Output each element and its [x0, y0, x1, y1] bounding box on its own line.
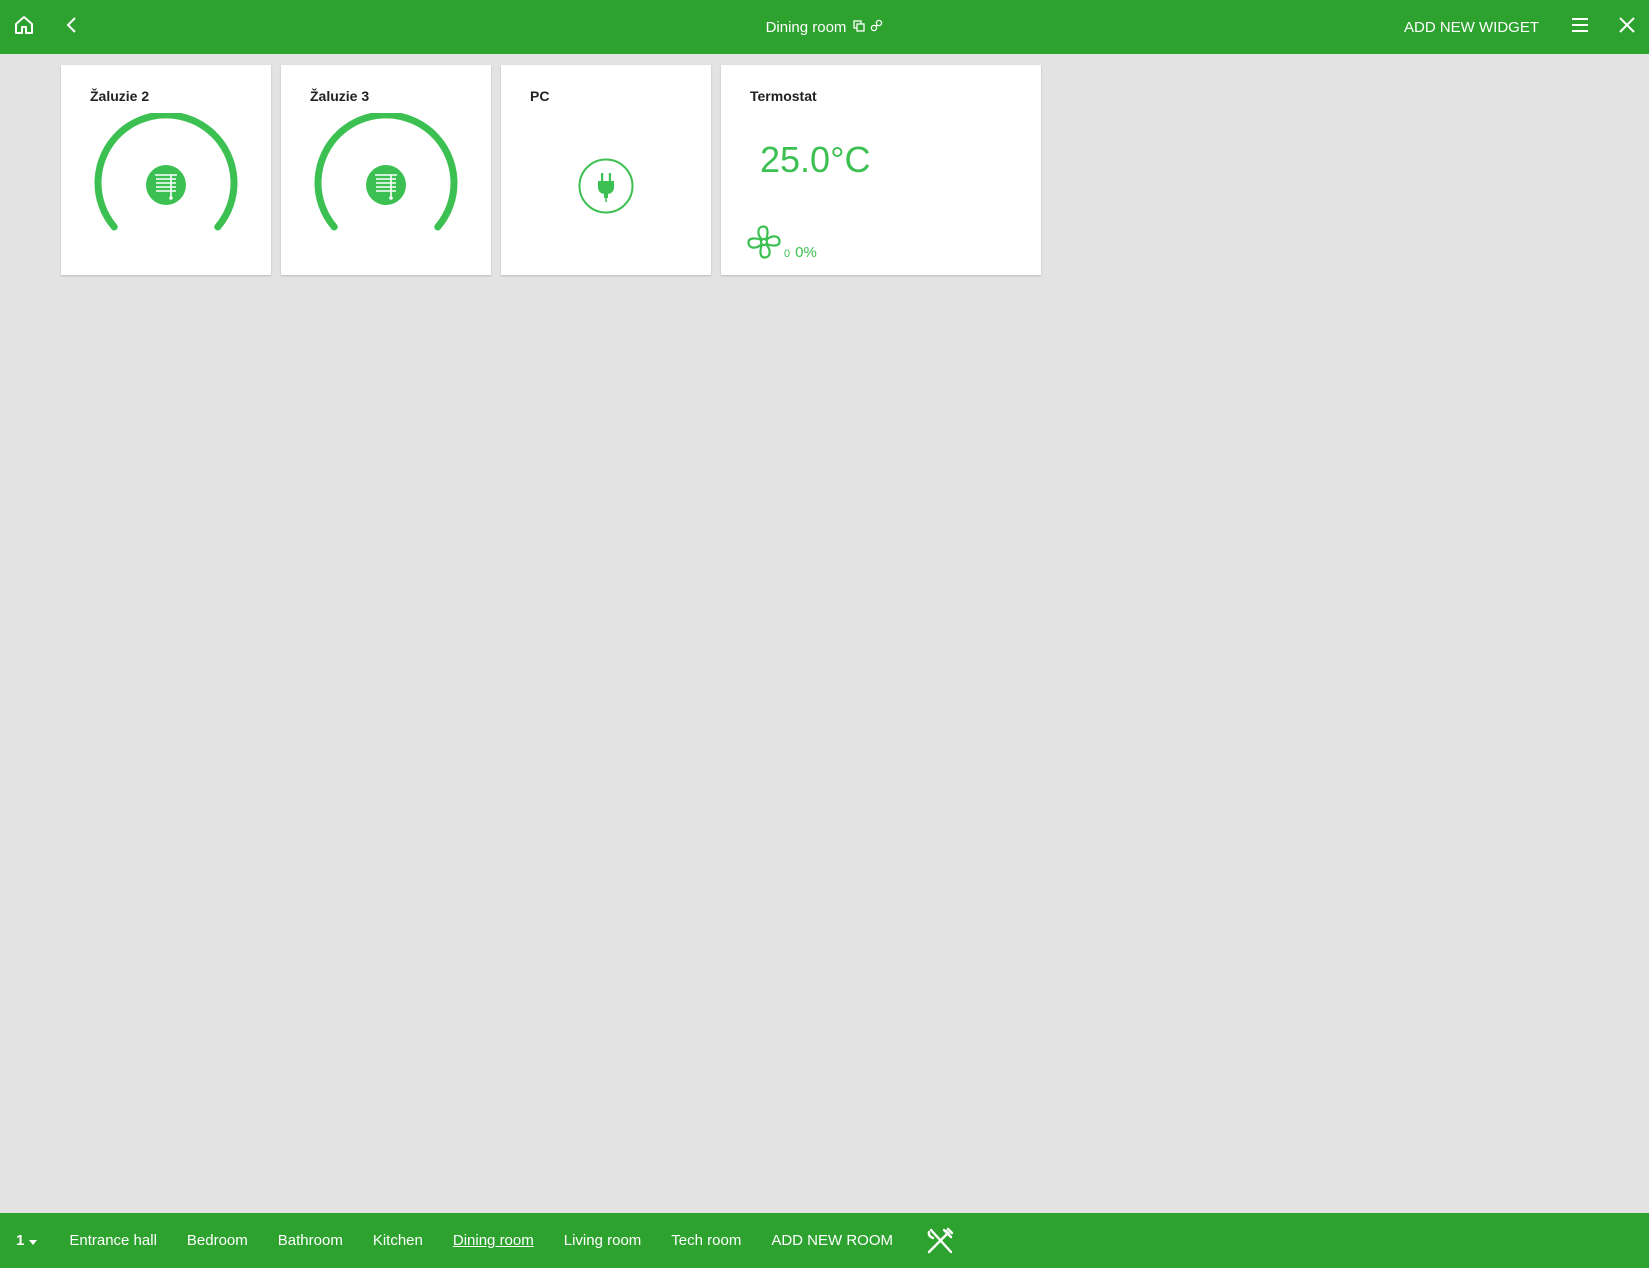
room-tab-bedroom[interactable]: Bedroom — [187, 1232, 248, 1249]
room-tab-tech-room[interactable]: Tech room — [671, 1232, 741, 1249]
menu-icon — [1570, 17, 1590, 38]
close-icon — [1618, 16, 1636, 39]
copy-icon[interactable] — [853, 19, 866, 36]
widget-blinds-3[interactable]: Žaluzie 3 — [281, 65, 491, 275]
page-title-area: Dining room — [0, 0, 1649, 54]
room-tab-entrance-hall[interactable]: Entrance hall — [69, 1232, 157, 1249]
widget-pc-socket[interactable]: PC — [501, 65, 711, 275]
blinds-icon — [146, 165, 186, 205]
widget-title: PC — [530, 88, 550, 104]
page-title: Dining room — [765, 18, 847, 36]
room-tab-bathroom[interactable]: Bathroom — [278, 1232, 343, 1249]
widget-title: Žaluzie 2 — [90, 88, 150, 104]
add-new-room-button[interactable]: ADD NEW ROOM — [771, 1232, 893, 1249]
widget-blinds-2[interactable]: Žaluzie 2 — [61, 65, 271, 275]
floor-selector[interactable]: 1 — [16, 1232, 38, 1249]
menu-button[interactable] — [1556, 0, 1604, 54]
close-button[interactable] — [1603, 0, 1649, 54]
chevron-down-icon — [29, 1232, 38, 1249]
room-tab-living-room[interactable]: Living room — [564, 1232, 642, 1249]
top-bar: Dining room ADD NEW WIDGET — [0, 0, 1649, 54]
link-icon[interactable] — [870, 19, 883, 36]
widget-title: Termostat — [750, 88, 817, 104]
home-icon — [13, 14, 35, 41]
fan-percent: 0% — [795, 244, 817, 261]
fan-icon — [747, 225, 781, 259]
temperature-value: 25.0°C — [760, 139, 871, 180]
add-new-widget-button[interactable]: ADD NEW WIDGET — [1404, 0, 1539, 54]
blinds-icon — [366, 165, 406, 205]
fan-status[interactable]: 0 0% — [745, 223, 817, 261]
fork-knife-icon[interactable] — [925, 1226, 955, 1256]
back-icon — [63, 16, 81, 39]
room-navigation-bar: 1 Entrance hall Bedroom Bathroom Kitchen… — [0, 1213, 1649, 1268]
widget-title: Žaluzie 3 — [310, 88, 370, 104]
room-tab-dining-room[interactable]: Dining room — [453, 1232, 534, 1249]
plug-icon[interactable] — [577, 157, 635, 215]
fan-level: 0 — [784, 248, 791, 260]
widget-thermostat[interactable]: Termostat 25.0°C 0 0% — [721, 65, 1041, 275]
blinds-gauge[interactable] — [311, 113, 461, 243]
blinds-gauge[interactable] — [91, 113, 241, 243]
back-button[interactable] — [48, 0, 96, 54]
home-button[interactable] — [0, 0, 48, 54]
floor-number: 1 — [16, 1232, 25, 1249]
room-tab-kitchen[interactable]: Kitchen — [373, 1232, 423, 1249]
